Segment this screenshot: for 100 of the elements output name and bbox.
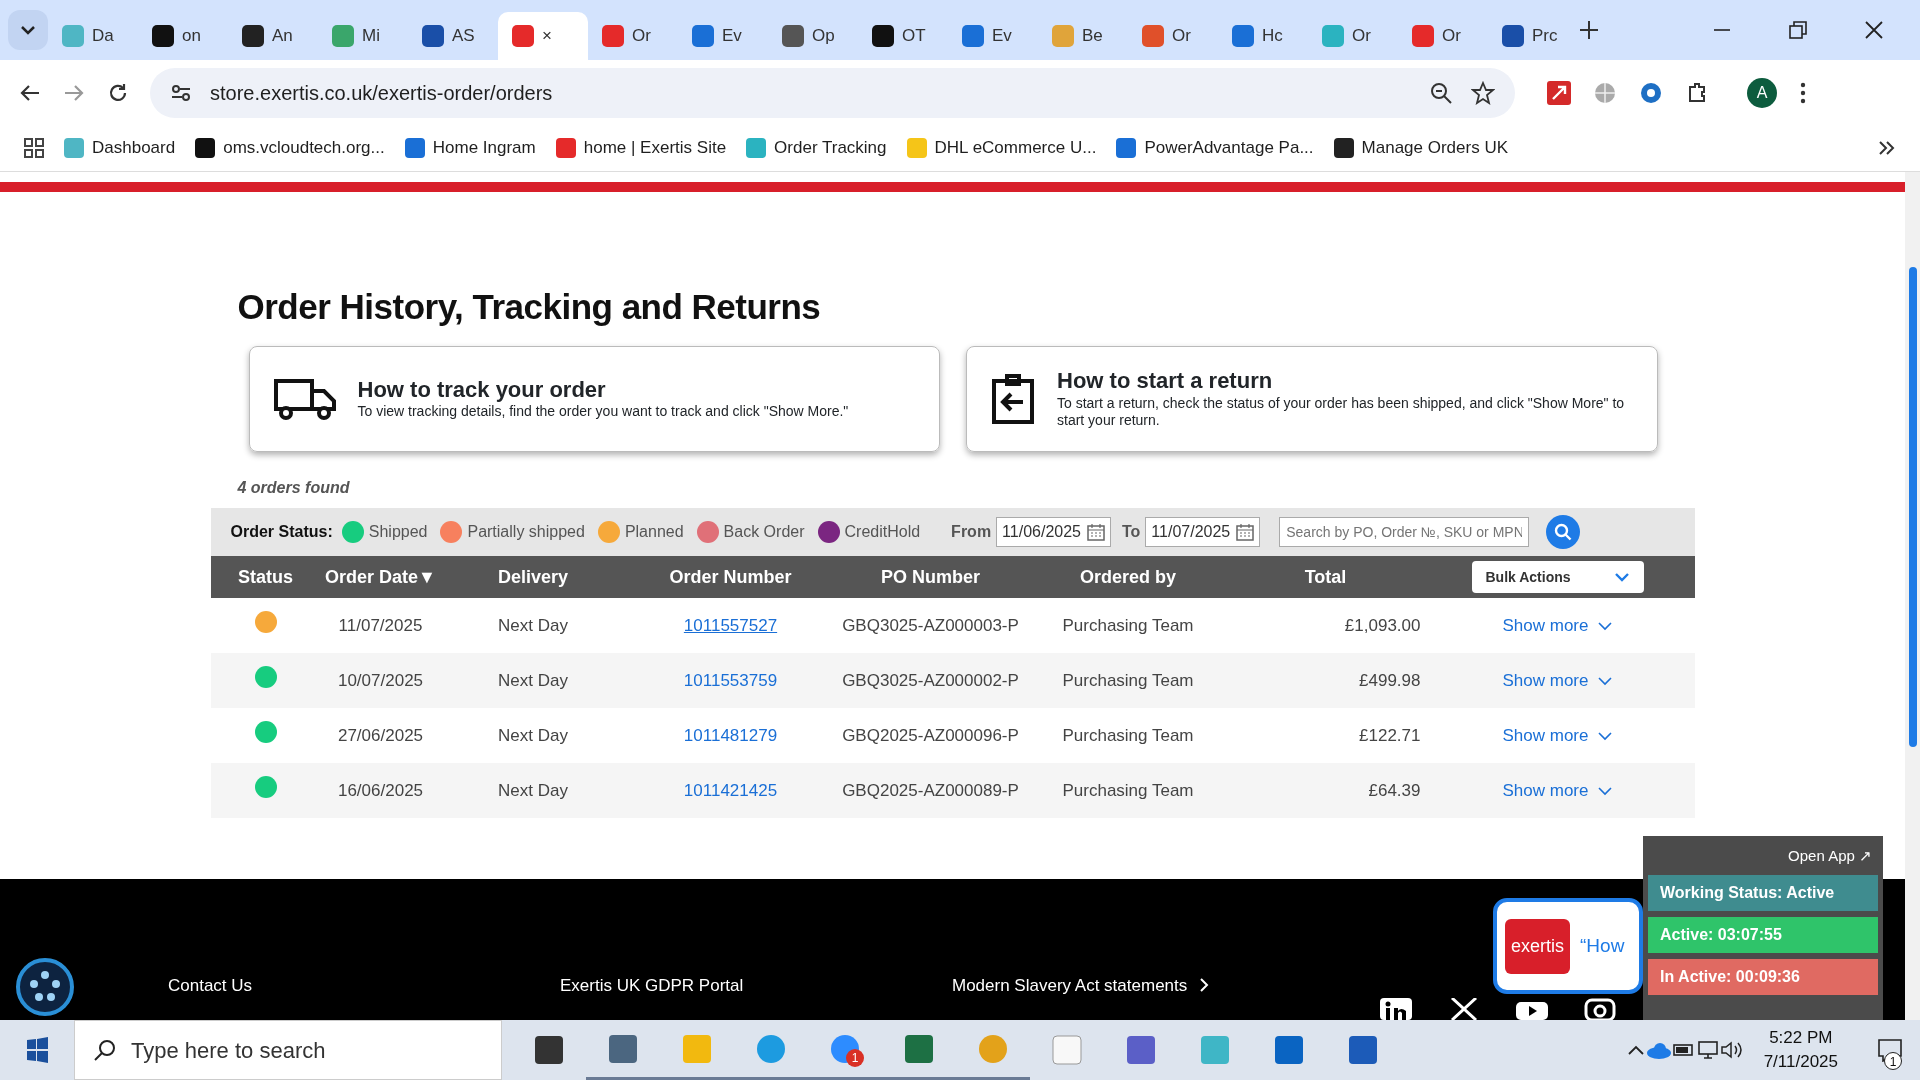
column-header[interactable]: Order Number: [625, 563, 836, 591]
active-timer: Active: 03:07:55: [1648, 916, 1878, 953]
column-header[interactable]: Total: [1230, 563, 1421, 591]
status-name: Partially shipped: [467, 522, 585, 542]
taskbar-app[interactable]: 1: [808, 1020, 882, 1080]
order-link[interactable]: 1011421425: [683, 780, 778, 800]
tab-list-icon[interactable]: [8, 10, 48, 50]
tab[interactable]: Prc: [1488, 12, 1578, 60]
tab[interactable]: Ev: [948, 12, 1038, 60]
tab[interactable]: Op: [768, 12, 858, 60]
close-icon[interactable]: [1862, 19, 1886, 41]
tab[interactable]: Mi: [318, 12, 408, 60]
tab[interactable]: OT: [858, 12, 948, 60]
date-field[interactable]: 11/07/2025: [1145, 517, 1261, 547]
table-cell-text: Next Day: [497, 669, 569, 692]
tab[interactable]: Or: [1128, 12, 1218, 60]
notification-count: 1: [1884, 1052, 1902, 1070]
bookmark[interactable]: Order Tracking: [746, 135, 887, 161]
chevron-down-icon: [1598, 675, 1613, 686]
tab[interactable]: Da: [48, 12, 138, 60]
tab[interactable]: Or: [1398, 12, 1488, 60]
scrollbar-thumb[interactable]: [1909, 267, 1917, 747]
bulk-actions-dropdown[interactable]: Bulk Actions: [1471, 561, 1644, 593]
tab[interactable]: Hc: [1218, 12, 1308, 60]
scrollbar[interactable]: [1905, 172, 1920, 1020]
order-link[interactable]: 1011553759: [683, 670, 778, 690]
app-icon: [1052, 1035, 1082, 1065]
table-cell-text: Purchasing Team: [1061, 779, 1195, 802]
tab[interactable]: Ev: [678, 12, 768, 60]
notification-center-button[interactable]: 1: [1860, 1020, 1920, 1080]
column-header[interactable]: Delivery: [440, 563, 626, 591]
accessibility-icon[interactable]: [15, 957, 75, 1017]
more-menu-icon[interactable]: [1799, 80, 1807, 105]
clock-time[interactable]: 5:22 PM: [1763, 1026, 1838, 1050]
linkedin-icon[interactable]: [1380, 998, 1412, 1020]
favicon-icon: [1116, 138, 1137, 158]
favicon-icon: [422, 25, 444, 47]
order-link[interactable]: 1011481279: [683, 725, 778, 745]
bookmark[interactable]: PowerAdvantage Pa...: [1116, 135, 1314, 161]
taskbar-search[interactable]: Type here to search: [74, 1020, 502, 1080]
inactive-timer: In Active: 00:09:36: [1648, 958, 1878, 995]
chat-logo: exertis: [1505, 918, 1570, 974]
footer-link[interactable]: Modern Slavery Act statements: [952, 972, 1344, 998]
show-more-button[interactable]: Show more: [1496, 721, 1619, 750]
show-more-button[interactable]: Show more: [1496, 666, 1619, 695]
search-button[interactable]: [1546, 515, 1581, 549]
bookmark[interactable]: Home Ingram: [404, 135, 536, 161]
app-icon: [1274, 1035, 1304, 1065]
search-field[interactable]: Search by PO, Order №, SKU or MPN: [1279, 517, 1530, 547]
arrow-extension-icon[interactable]: [1547, 80, 1571, 105]
favicon-icon: [1412, 25, 1434, 47]
status-name: CreditHold: [844, 522, 921, 542]
tab[interactable]: Or: [1308, 12, 1398, 60]
show-more-button[interactable]: Show more: [1496, 776, 1619, 805]
table-cell-text: Next Day: [497, 779, 569, 802]
address-bar[interactable]: store.exertis.co.uk/exertis-order/orders: [150, 67, 1515, 118]
apps-grid-icon[interactable]: [24, 138, 44, 158]
date-field[interactable]: 11/06/2025: [996, 517, 1111, 547]
notification-badge: 1: [846, 1049, 864, 1067]
column-header[interactable]: Status: [210, 563, 321, 591]
restore-icon[interactable]: [1786, 19, 1810, 41]
open-app-button[interactable]: Open App ↗: [1782, 844, 1878, 869]
bookmark[interactable]: home | Exertis Site: [555, 135, 727, 161]
bookmark[interactable]: Manage Orders UK: [1333, 135, 1508, 161]
calendar-icon: [1087, 523, 1105, 541]
footer-link[interactable]: Exertis UK GDPR Portal: [560, 972, 952, 998]
table-cell-text: 11/07/2025: [337, 614, 424, 637]
new-tab-icon[interactable]: [1578, 19, 1600, 41]
zoom-icon[interactable]: [1429, 80, 1453, 105]
tab[interactable]: on: [138, 12, 228, 60]
bookmark[interactable]: DHL eCommerce U...: [906, 135, 1097, 161]
column-header[interactable]: Order Date▼: [320, 563, 441, 591]
star-icon[interactable]: [1471, 80, 1495, 105]
table-cell-text: GBQ2025-AZ000096-P: [841, 724, 1020, 747]
calendar-icon: [1236, 523, 1255, 541]
tab[interactable]: Or: [588, 12, 678, 60]
card-title: How to start a return: [1057, 368, 1274, 395]
chevron-down-icon: [1598, 730, 1613, 741]
bookmark[interactable]: Dashboard: [64, 135, 176, 161]
column-header[interactable]: Ordered by: [1025, 563, 1231, 591]
camera-icon[interactable]: [1584, 998, 1616, 1020]
chat-widget[interactable]: exertis “How: [1493, 898, 1643, 994]
footer-link[interactable]: Contact Us: [168, 972, 560, 998]
x-logo-icon[interactable]: [1448, 998, 1480, 1020]
favicon-icon: [1502, 25, 1524, 47]
tab[interactable]: An: [228, 12, 318, 60]
status-label: Order Status:: [230, 522, 333, 542]
tab[interactable]: Be: [1038, 12, 1128, 60]
clock-date[interactable]: 7/11/2025: [1763, 1050, 1838, 1074]
card-text: To start a return, check the status of your order has been shipped, and click "Show More" to start your return.: [1057, 394, 1626, 430]
tab[interactable]: AS: [408, 12, 498, 60]
bookmark[interactable]: oms.vcloudtech.org...: [195, 135, 385, 161]
tab[interactable]: ×: [498, 12, 588, 60]
show-more-button[interactable]: Show more: [1496, 611, 1619, 640]
table-cell-text: 10/07/2025: [336, 669, 425, 692]
task-view-icon: [534, 1035, 564, 1065]
order-link[interactable]: 1011557527: [683, 615, 778, 635]
column-header[interactable]: PO Number: [835, 563, 1026, 591]
network-icon[interactable]: [1695, 1040, 1720, 1060]
profile-avatar[interactable]: A: [1747, 77, 1777, 108]
